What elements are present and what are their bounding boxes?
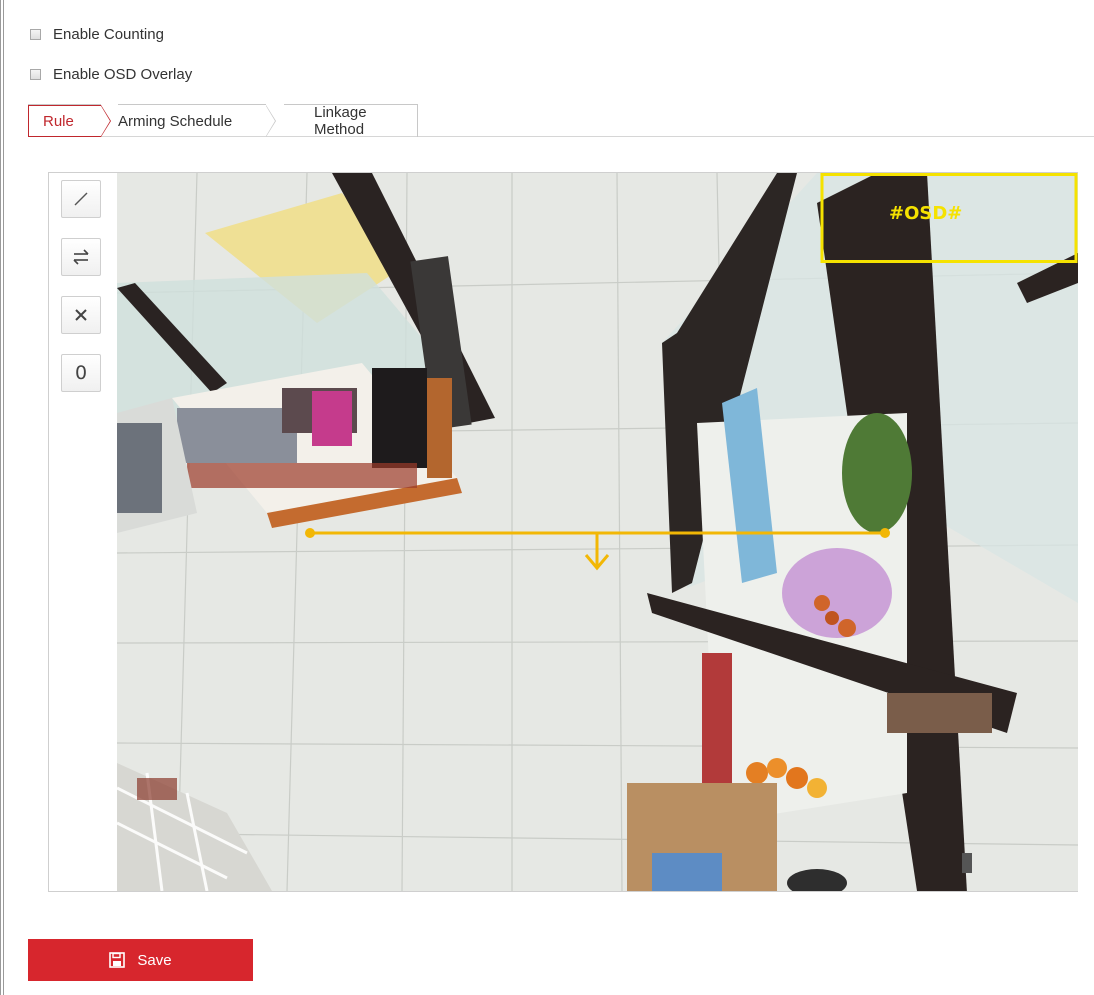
floppy-disk-icon — [109, 952, 126, 968]
enable-counting-checkbox[interactable] — [30, 29, 41, 40]
red-panel — [702, 653, 732, 793]
save-button[interactable]: Save — [28, 939, 253, 981]
product-box — [652, 853, 722, 891]
tab-linkage-method-label: Linkage Method — [314, 104, 367, 138]
osd-label: #OSD# — [889, 203, 963, 224]
tab-rule[interactable]: Rule — [28, 104, 111, 137]
left-frame-border — [0, 0, 4, 995]
enable-osd-row[interactable]: Enable OSD Overlay — [30, 66, 192, 83]
enable-osd-checkbox[interactable] — [30, 69, 41, 80]
purple-bag — [782, 548, 892, 638]
clear-button[interactable] — [61, 296, 101, 334]
line-icon — [74, 192, 88, 206]
camera-scene — [117, 173, 1078, 891]
green-plant — [842, 413, 912, 533]
live-video-view[interactable]: #OSD# — [117, 173, 1078, 891]
tab-bar: Rule Arming Schedule Linkage Method — [28, 104, 1094, 138]
tab-arrow-fill — [266, 106, 275, 136]
enable-counting-row[interactable]: Enable Counting — [30, 26, 164, 43]
cropped-top-text — [20, 0, 1094, 7]
count-reset-button[interactable]: 0 — [61, 354, 101, 392]
swap-direction-icon — [73, 249, 89, 265]
tab-arming-schedule-label: Arming Schedule — [118, 112, 233, 130]
save-label: Save — [137, 951, 172, 969]
count-value: 0 — [74, 362, 88, 384]
active-tab-outline — [28, 105, 101, 137]
tab-arrow-fill — [101, 106, 110, 136]
enable-counting-label: Enable Counting — [53, 26, 164, 43]
tab-linkage-method[interactable]: Linkage Method — [284, 104, 418, 138]
close-icon — [75, 309, 87, 321]
swap-direction-button[interactable] — [61, 238, 101, 276]
tab-arming-schedule[interactable]: Arming Schedule — [118, 104, 276, 137]
draw-line-button[interactable] — [61, 180, 101, 218]
enable-osd-label: Enable OSD Overlay — [53, 66, 193, 83]
